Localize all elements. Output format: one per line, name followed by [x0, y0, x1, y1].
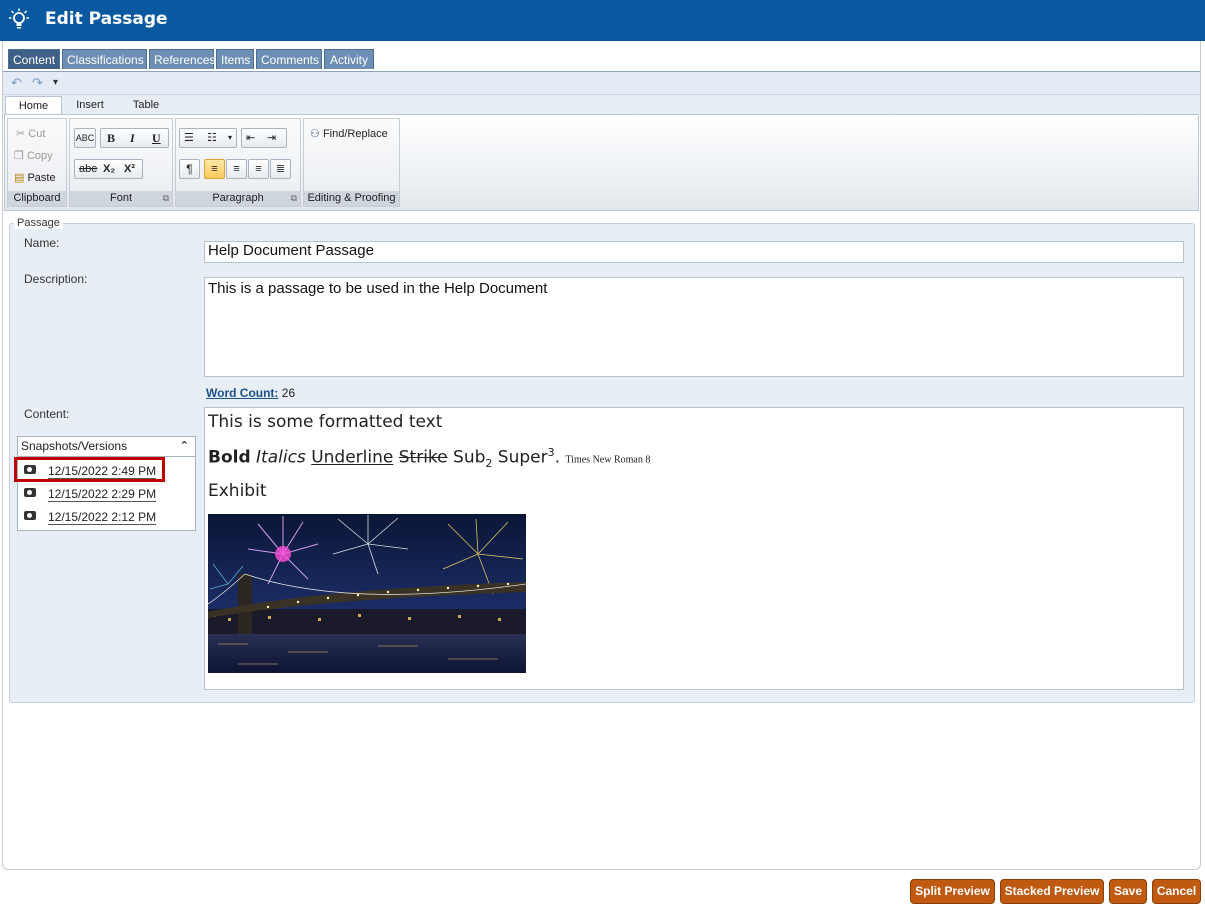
content-line-1: This is some formatted text [208, 412, 443, 432]
small-font-text: Times New Roman 8 [565, 454, 651, 466]
strike-text: Strike [398, 447, 448, 468]
snapshots-header[interactable]: Snapshots/Versions ⌃ [18, 437, 195, 457]
underline-button[interactable]: U [152, 129, 161, 147]
undo-icon[interactable]: ↶ [11, 75, 22, 91]
tab-comments[interactable]: Comments [256, 49, 322, 69]
font-script-buttons: abe X₂ X² [74, 159, 143, 179]
tab-items[interactable]: Items [216, 49, 254, 69]
name-label: Name: [24, 236, 60, 250]
title-bar: Edit Passage [0, 0, 1205, 41]
content-label: Content: [24, 407, 70, 421]
italic-button[interactable]: I [130, 129, 135, 147]
paragraph-group: ☰ ☷ ▾ ⇤ ⇥ ¶ ≡ ≡ ≡ ≣ Paragraph ⧉ [175, 118, 301, 207]
lightbulb-icon [9, 8, 29, 29]
sub-text: Sub [453, 447, 486, 468]
paste-button[interactable]: ▤ Paste [14, 171, 56, 184]
tab-content[interactable]: Content [8, 49, 60, 69]
increase-indent-icon[interactable]: ⇥ [267, 129, 276, 147]
copy-icon: ❐ [14, 150, 24, 162]
align-left-icon[interactable]: ≡ [204, 159, 225, 179]
snapshot-date-link[interactable]: 12/15/2022 2:12 PM [48, 510, 157, 525]
binoculars-icon: ⚇ [310, 128, 320, 140]
super-text: Super [497, 447, 548, 468]
redo-icon[interactable]: ↷ [32, 75, 43, 91]
subscript-button[interactable]: X₂ [103, 160, 115, 178]
snapshots-title: Snapshots/Versions [21, 439, 128, 453]
ribbon-tab-home[interactable]: Home [5, 96, 62, 116]
content-line-2: Bold Italics Underline Strike Sub2 Super… [208, 446, 650, 470]
superscript-button[interactable]: X² [124, 160, 135, 178]
clipboard-group: ✂ Cut ❐ Copy ▤ Paste Clipboard [7, 118, 67, 207]
italic-text: Italics [256, 447, 306, 468]
ribbon: ✂ Cut ❐ Copy ▤ Paste Clipboard ABC B I U… [4, 114, 1199, 211]
align-right-icon[interactable]: ≡ [248, 159, 269, 179]
editing-group-label: Editing & Proofing [304, 191, 399, 206]
justify-icon[interactable]: ≣ [270, 159, 291, 179]
font-group-label: Font [70, 191, 172, 206]
font-style-buttons: B I U [100, 128, 169, 148]
cut-button[interactable]: ✂ Cut [16, 127, 45, 140]
paragraph-dialog-launcher-icon[interactable]: ⧉ [291, 193, 297, 204]
bullet-list-icon[interactable]: ☰ [184, 129, 194, 147]
clipboard-group-label: Clipboard [8, 191, 66, 206]
tab-references[interactable]: References [149, 49, 215, 69]
camera-icon [24, 511, 36, 520]
period-text: . [554, 447, 561, 468]
scissors-icon: ✂ [16, 128, 26, 140]
stacked-preview-button[interactable]: Stacked Preview [1000, 879, 1104, 904]
cancel-button[interactable]: Cancel [1152, 879, 1201, 904]
word-count-value: 26 [281, 386, 296, 400]
numbered-list-icon[interactable]: ☷ [207, 129, 217, 147]
paragraph-group-label: Paragraph [176, 191, 300, 206]
snapshots-panel: Snapshots/Versions ⌃ 12/15/2022 2:49 PM … [17, 436, 196, 531]
ribbon-tab-insert[interactable]: Insert [65, 96, 115, 115]
spellcheck-icon[interactable]: ABC [74, 128, 96, 148]
content-editor[interactable]: This is some formatted text Bold Italics… [204, 407, 1184, 690]
quick-access-toolbar: ↶ ↷ ▾ [3, 72, 1200, 95]
page-title: Edit Passage [45, 9, 168, 29]
font-dialog-launcher-icon[interactable]: ⧉ [163, 193, 169, 204]
bold-text: Bold [208, 447, 251, 468]
highlight-box [14, 457, 165, 482]
align-center-icon[interactable]: ≡ [226, 159, 247, 179]
save-button[interactable]: Save [1109, 879, 1147, 904]
customize-dropdown-icon[interactable]: ▾ [53, 77, 58, 88]
split-preview-button[interactable]: Split Preview [910, 879, 995, 904]
underline-text: Underline [311, 447, 394, 468]
editing-group: ⚇ Find/Replace Editing & Proofing [303, 118, 400, 207]
word-count: Word Count: 26 [206, 386, 295, 400]
find-replace-button[interactable]: ⚇ Find/Replace [310, 127, 388, 140]
description-label: Description: [24, 272, 88, 286]
superscript-text: 3 [547, 446, 555, 459]
snapshot-row[interactable]: 12/15/2022 2:29 PM [18, 483, 195, 505]
description-textarea[interactable]: This is a passage to be used in the Help… [204, 277, 1184, 377]
exhibit-label: Exhibit [208, 481, 267, 501]
subscript-text: 2 [485, 457, 493, 471]
ribbon-tab-table[interactable]: Table [121, 96, 171, 115]
bold-button[interactable]: B [107, 129, 115, 147]
chevron-up-icon[interactable]: ⌃ [180, 437, 189, 456]
tab-classifications[interactable]: Classifications [62, 49, 147, 69]
name-input[interactable]: Help Document Passage [204, 241, 1184, 263]
ribbon-tabs: Home Insert Table [3, 95, 1200, 116]
snapshot-date-link[interactable]: 12/15/2022 2:29 PM [48, 487, 157, 502]
camera-icon [24, 488, 36, 497]
copy-button[interactable]: ❐ Copy [14, 149, 53, 162]
decrease-indent-icon[interactable]: ⇤ [246, 129, 255, 147]
paragraph-mark-icon[interactable]: ¶ [179, 159, 200, 179]
indent-buttons: ⇤ ⇥ [241, 128, 287, 148]
font-group: ABC B I U abe X₂ X² Font ⧉ [69, 118, 173, 207]
passage-legend: Passage [14, 217, 63, 229]
list-buttons: ☰ ☷ ▾ [179, 128, 237, 148]
fireworks-bridge-image [208, 514, 526, 673]
word-count-link[interactable]: Word Count: [206, 386, 278, 400]
snapshot-row[interactable]: 12/15/2022 2:12 PM [18, 506, 195, 528]
list-dropdown-icon[interactable]: ▾ [228, 129, 232, 147]
strikethrough-button[interactable]: abe [79, 160, 97, 178]
tab-activity[interactable]: Activity [324, 49, 374, 69]
paste-icon: ▤ [14, 172, 25, 184]
